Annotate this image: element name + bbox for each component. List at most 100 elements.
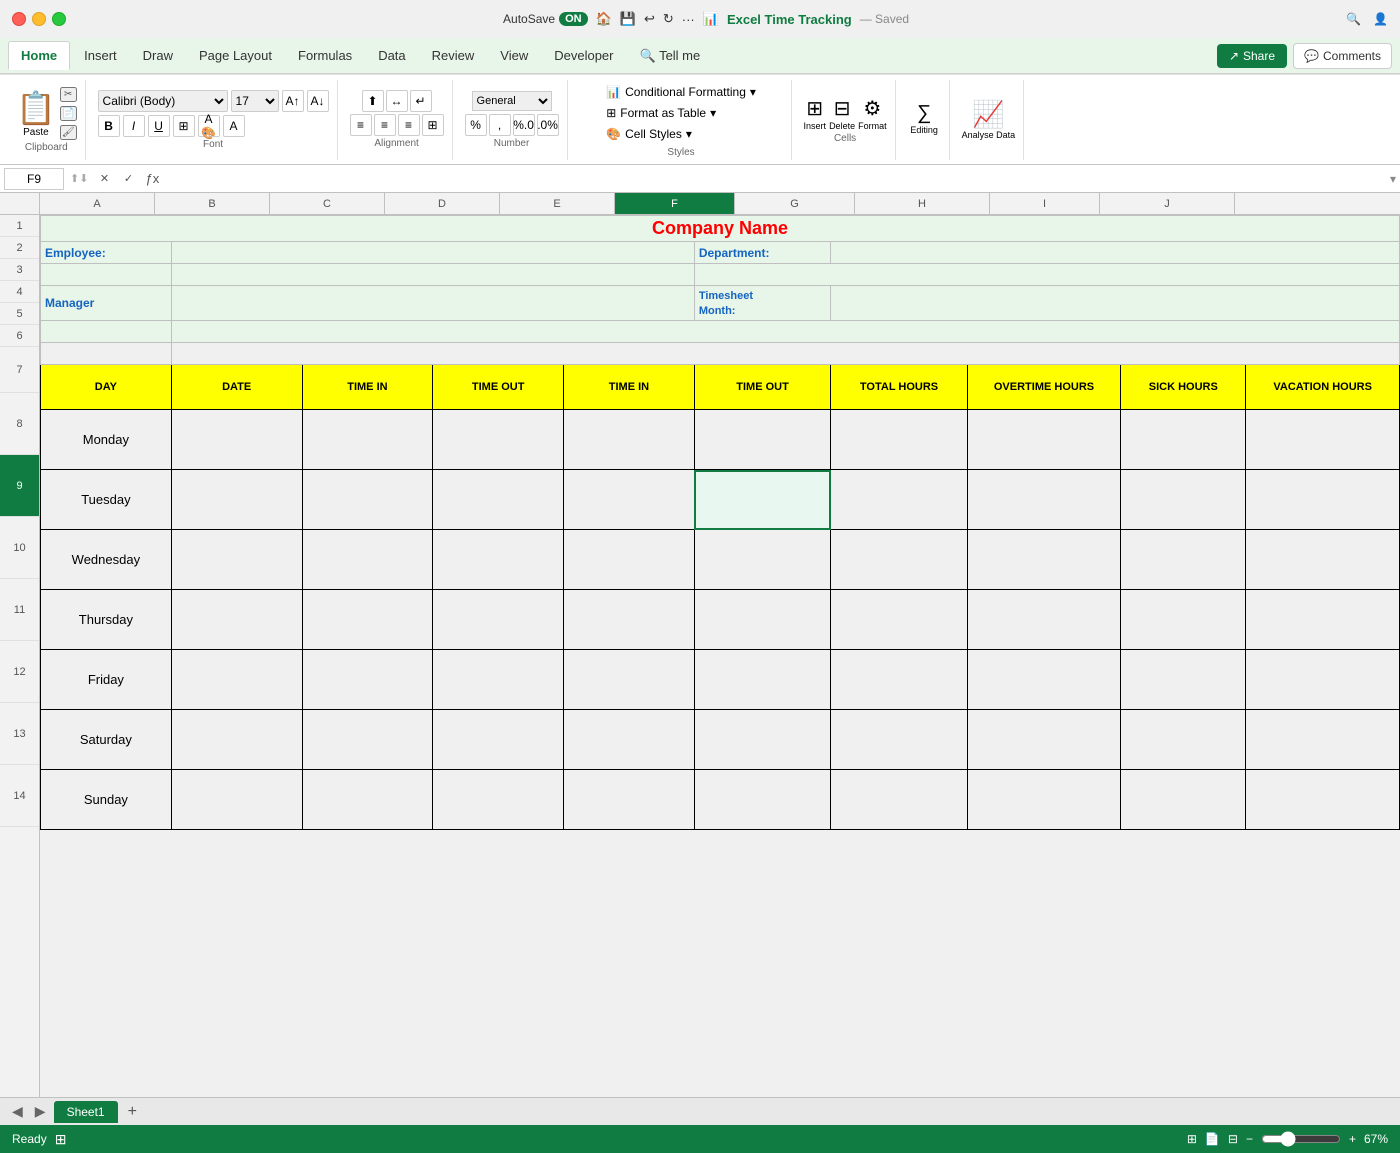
border-button[interactable]: ⊞ (173, 115, 195, 137)
add-sheet-button[interactable]: + (122, 1103, 143, 1121)
cell-monday-sick[interactable] (1121, 410, 1246, 470)
col-header-e[interactable]: E (500, 193, 615, 214)
cell-friday-timeout2[interactable] (694, 650, 830, 710)
cell-saturday[interactable]: Saturday (41, 710, 172, 770)
cell-sunday-total[interactable] (831, 770, 967, 830)
cell-monday[interactable]: Monday (41, 410, 172, 470)
normal-view-icon[interactable]: ⊞ (1187, 1132, 1197, 1146)
copy-button[interactable]: 📄 (60, 106, 77, 121)
cell-monday-timein2[interactable] (564, 410, 695, 470)
tab-developer[interactable]: Developer (542, 42, 625, 69)
cell-thursday-date[interactable] (171, 590, 302, 650)
insert-cells-button[interactable]: ⊞ Insert (804, 96, 827, 131)
cell-sunday-overtime[interactable] (967, 770, 1121, 830)
cell-monday-overtime[interactable] (967, 410, 1121, 470)
increase-font-button[interactable]: A↑ (282, 90, 304, 112)
cell-wednesday-timein1[interactable] (302, 530, 433, 590)
row-num-14[interactable]: 14 (0, 765, 39, 827)
cell-wednesday-date[interactable] (171, 530, 302, 590)
cell-saturday-total[interactable] (831, 710, 967, 770)
cell-thursday[interactable]: Thursday (41, 590, 172, 650)
cell-sunday-date[interactable] (171, 770, 302, 830)
employee-label-cell[interactable]: Employee: (41, 242, 172, 264)
tab-review[interactable]: Review (420, 42, 487, 69)
conditional-formatting-button[interactable]: 📊 Conditional Formatting ▾ (600, 83, 762, 101)
col-header-b[interactable]: B (155, 193, 270, 214)
formula-expand-button[interactable]: ▾ (1390, 172, 1396, 186)
header-sick-hours[interactable]: SICK HOURS (1121, 365, 1246, 410)
tab-tell-me[interactable]: 🔍 Tell me (628, 42, 713, 70)
merge-button[interactable]: ⊞ (422, 114, 444, 136)
format-cells-button[interactable]: ⚙ Format (858, 96, 887, 131)
cell-wednesday-timeout1[interactable] (433, 530, 564, 590)
cell-tuesday-sick[interactable] (1121, 470, 1246, 530)
toolbar-save-icon[interactable]: 💾 (620, 11, 636, 27)
cell-monday-timeout2[interactable] (694, 410, 830, 470)
align-left-button[interactable]: ≡ (350, 114, 372, 136)
cell-friday-vacation[interactable] (1246, 650, 1400, 710)
delete-cells-button[interactable]: ⊟ Delete (829, 96, 855, 131)
toolbar-redo-icon[interactable]: ↻ (663, 11, 674, 27)
page-layout-icon[interactable]: 📄 (1205, 1132, 1220, 1146)
col-header-f[interactable]: F (615, 193, 735, 214)
header-overtime-hours[interactable]: OVERTIME HOURS (967, 365, 1121, 410)
cell-friday-date[interactable] (171, 650, 302, 710)
header-date[interactable]: DATE (171, 365, 302, 410)
cell-saturday-timein2[interactable] (564, 710, 695, 770)
col-header-g[interactable]: G (735, 193, 855, 214)
row6-a[interactable] (41, 343, 172, 365)
row-num-12[interactable]: 12 (0, 641, 39, 703)
row-num-11[interactable]: 11 (0, 579, 39, 641)
cell-tuesday-date[interactable] (171, 470, 302, 530)
cell-wednesday-vacation[interactable] (1246, 530, 1400, 590)
editing-button[interactable]: ∑ Editing (910, 102, 938, 135)
cell-tuesday-timeout1[interactable] (433, 470, 564, 530)
department-label-cell[interactable]: Department: (694, 242, 830, 264)
cell-sunday-sick[interactable] (1121, 770, 1246, 830)
cell-friday-timein2[interactable] (564, 650, 695, 710)
row5-rest[interactable] (171, 321, 1399, 343)
tab-view[interactable]: View (488, 42, 540, 69)
cell-tuesday-total[interactable] (831, 470, 967, 530)
tab-formulas[interactable]: Formulas (286, 42, 364, 69)
sheet-tab-sheet1[interactable]: Sheet1 (54, 1101, 118, 1123)
header-time-out-2[interactable]: TIME OUT (694, 365, 830, 410)
number-format-select[interactable]: General (472, 91, 552, 111)
cell-wednesday-timein2[interactable] (564, 530, 695, 590)
cell-saturday-timeout2[interactable] (694, 710, 830, 770)
sheet-nav-prev[interactable]: ◀ (8, 1103, 27, 1120)
col-header-a[interactable]: A (40, 193, 155, 214)
header-time-in-1[interactable]: TIME IN (302, 365, 433, 410)
manager-value-cell[interactable] (171, 286, 694, 321)
cell-sunday-timein1[interactable] (302, 770, 433, 830)
fill-color-button[interactable]: A🎨 (198, 115, 220, 137)
cell-wednesday-overtime[interactable] (967, 530, 1121, 590)
align-center-button[interactable]: ≡ (374, 114, 396, 136)
row-num-8[interactable]: 8 (0, 393, 39, 455)
italic-button[interactable]: I (123, 115, 145, 137)
cell-thursday-overtime[interactable] (967, 590, 1121, 650)
cell-friday[interactable]: Friday (41, 650, 172, 710)
tab-draw[interactable]: Draw (131, 42, 185, 69)
font-name-select[interactable]: Calibri (Body) (98, 90, 228, 112)
header-total-hours[interactable]: TOTAL HOURS (831, 365, 967, 410)
cell-wednesday-timeout2[interactable] (694, 530, 830, 590)
bold-button[interactable]: B (98, 115, 120, 137)
manager-label-cell[interactable]: Manager (41, 286, 172, 321)
header-vacation-hours[interactable]: VACATION HOURS (1246, 365, 1400, 410)
cell-tuesday-overtime[interactable] (967, 470, 1121, 530)
cell-thursday-timeout1[interactable] (433, 590, 564, 650)
cell-monday-vacation[interactable] (1246, 410, 1400, 470)
percent-button[interactable]: % (465, 114, 487, 136)
cell-reference-input[interactable] (4, 168, 64, 190)
zoom-out-icon[interactable]: − (1246, 1132, 1253, 1146)
cell-tuesday-timein1[interactable] (302, 470, 433, 530)
row-num-2[interactable]: 2 (0, 237, 39, 259)
insert-function-button[interactable]: ƒx (142, 169, 162, 189)
tab-insert[interactable]: Insert (72, 42, 129, 69)
decrease-font-button[interactable]: A↓ (307, 90, 329, 112)
row3-b-e[interactable] (171, 264, 694, 286)
row-num-7[interactable]: 7 (0, 347, 39, 393)
toolbar-undo-icon[interactable]: ↩ (644, 11, 655, 27)
cell-wednesday[interactable]: Wednesday (41, 530, 172, 590)
